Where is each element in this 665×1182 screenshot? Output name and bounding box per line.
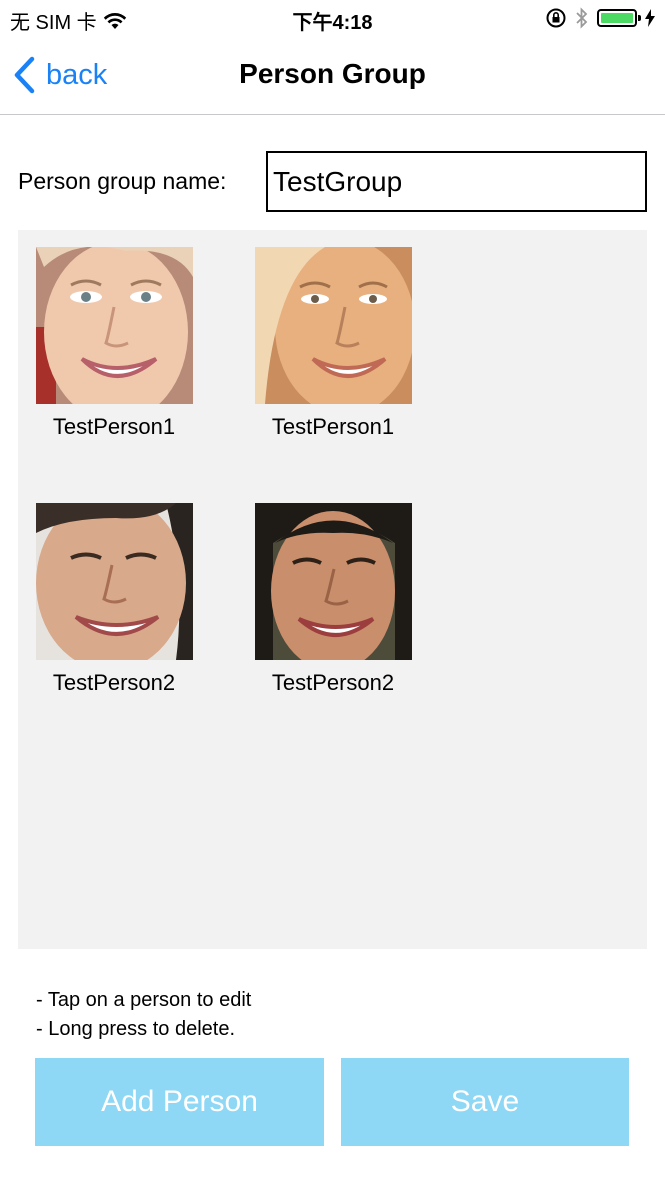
- battery-icon: [597, 9, 641, 27]
- page-title: Person Group: [239, 58, 426, 89]
- bluetooth-icon: [575, 7, 589, 29]
- status-bar: 无 SIM 卡 下午4:18: [0, 0, 665, 38]
- person-face-image: [35, 503, 193, 660]
- person-face-image: [254, 503, 412, 660]
- status-right: [545, 7, 655, 29]
- instructions: - Tap on a person to edit - Long press t…: [36, 986, 251, 1044]
- add-person-button[interactable]: Add Person: [35, 1058, 324, 1146]
- charging-bolt-icon: [645, 9, 655, 27]
- person-name: TestPerson1: [271, 414, 395, 439]
- person-cell[interactable]: TestPerson1: [24, 247, 204, 440]
- instruction-delete: - Long press to delete.: [36, 1018, 236, 1040]
- person-name: TestPerson2: [52, 670, 176, 695]
- save-button[interactable]: Save: [341, 1058, 629, 1146]
- person-name: TestPerson2: [271, 670, 395, 695]
- person-cell[interactable]: TestPerson2: [24, 503, 204, 696]
- person-name: TestPerson1: [52, 414, 176, 439]
- instruction-edit: - Tap on a person to edit: [36, 989, 252, 1011]
- rotation-lock-icon: [545, 7, 567, 29]
- navigation-bar: back Person Group: [0, 38, 665, 115]
- person-cell[interactable]: TestPerson2: [243, 503, 423, 696]
- person-cell[interactable]: TestPerson1: [243, 247, 423, 440]
- group-name-label: Person group name:: [18, 168, 227, 194]
- person-face-image: [35, 247, 193, 404]
- group-name-input[interactable]: [266, 151, 647, 212]
- person-grid: TestPerson1 TestPerson1 TestPerson2 Test…: [18, 230, 647, 949]
- person-face-image: [254, 247, 412, 404]
